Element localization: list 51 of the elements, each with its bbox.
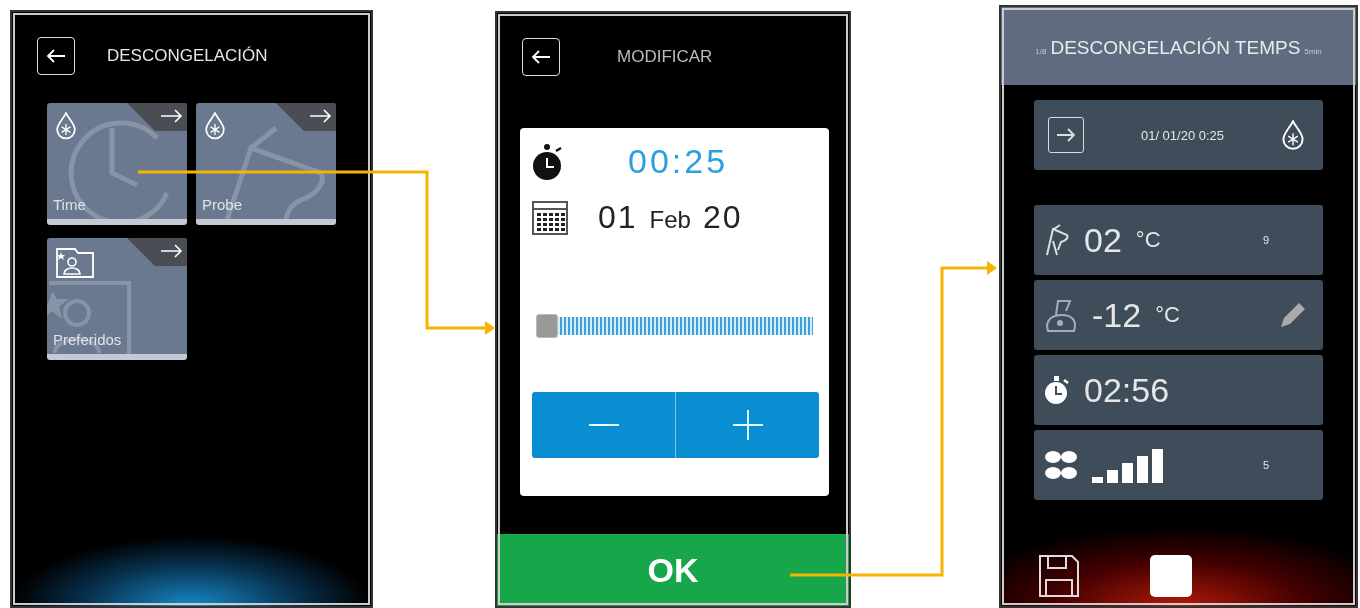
tile-label: Probe (202, 196, 243, 213)
fan-icon (1044, 449, 1078, 481)
arrow-icon (127, 103, 187, 131)
probe-value: 02 (1084, 220, 1122, 260)
folder-person-icon (55, 247, 95, 279)
screen-title: DESCONGELACIÓN (107, 46, 268, 66)
save-icon[interactable] (1038, 554, 1080, 598)
fan-speed-value: 5 (1262, 459, 1269, 471)
back-arrow-icon (530, 49, 552, 65)
program-tile[interactable]: Time (47, 103, 187, 225)
time-slider[interactable] (536, 316, 813, 336)
start-row[interactable]: 01/ 01/20 0:25 (1034, 100, 1323, 170)
snowflake-drop-icon (55, 112, 77, 140)
timer-row[interactable]: 02:56 (1034, 355, 1323, 425)
chamber-row[interactable]: -12 °C (1034, 280, 1323, 350)
tile-label: Preferidos (53, 331, 122, 348)
step-counter: 1/8 (1035, 47, 1047, 56)
screen-title: MODIFICAR (617, 47, 713, 67)
snowflake-drop-icon (1281, 120, 1305, 150)
minus-icon (588, 423, 619, 427)
day-value[interactable]: 01 (598, 199, 638, 236)
timer-value: 02:56 (1084, 370, 1170, 410)
probe-icon (1044, 223, 1070, 257)
unit-label: °C (1155, 302, 1180, 328)
fan-speed-bars-icon (1092, 447, 1164, 483)
unit-label: °C (1135, 227, 1161, 253)
fan-row[interactable]: 5 (1034, 430, 1323, 500)
arrow-icon (276, 103, 336, 131)
chamber-probe-icon (1044, 297, 1078, 333)
tile-label: Time (53, 196, 86, 213)
step-title: DESCONGELACIÓN TEMPS (1050, 37, 1301, 59)
arrow-icon (1056, 128, 1076, 142)
slider-thumb[interactable] (536, 314, 558, 338)
back-button[interactable] (37, 37, 75, 75)
stopwatch-icon (532, 142, 564, 181)
step-duration: 5min (1304, 47, 1322, 56)
start-button[interactable] (1048, 117, 1084, 153)
probe-row[interactable]: 02 °C 9 (1034, 205, 1323, 275)
plus-icon (732, 410, 763, 440)
program-tile[interactable]: Probe (196, 103, 336, 225)
stopwatch-icon (1044, 375, 1070, 405)
back-button[interactable] (522, 38, 560, 76)
snowflake-drop-icon (204, 112, 226, 140)
back-arrow-icon (45, 48, 67, 64)
year-value[interactable]: 20 (702, 199, 743, 236)
month-value[interactable]: Feb (649, 206, 691, 234)
arrow-icon (127, 238, 187, 266)
chamber-value: -12 (1092, 295, 1142, 335)
calendar-icon (532, 200, 568, 235)
start-datetime: 01/ 01/20 0:25 (1140, 127, 1225, 143)
setpoint-value: 9 (1262, 234, 1269, 246)
